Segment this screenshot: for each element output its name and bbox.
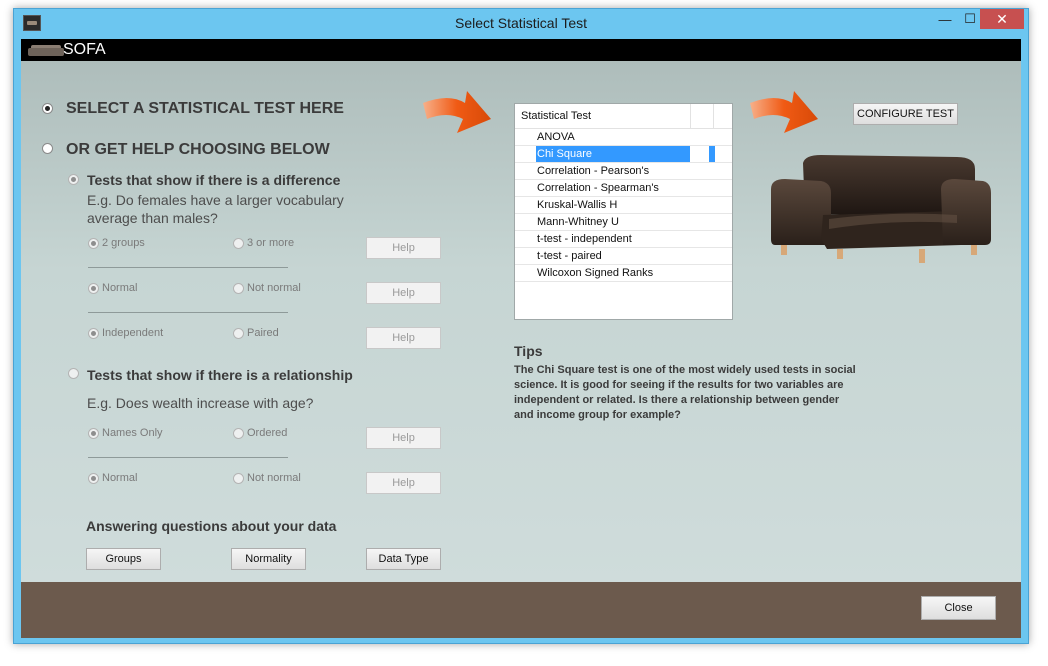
sofa-image <box>771 155 991 263</box>
help-names-button[interactable]: Help <box>366 427 441 449</box>
separator <box>88 267 288 268</box>
list-item[interactable]: Mann-Whitney U <box>515 214 732 231</box>
sofa-logo-icon <box>28 45 64 56</box>
tips-text: The Chi Square test is one of the most w… <box>514 364 856 421</box>
footer-bar: Close <box>21 582 1021 638</box>
tips-title: Tips <box>514 343 543 359</box>
app-window: Select Statistical Test — ☐ ✕ SOFA SELEC… <box>13 8 1029 644</box>
not-normal-label-diff[interactable]: Not normal <box>247 282 301 294</box>
list-item[interactable]: ANOVA <box>515 129 732 146</box>
get-help-label[interactable]: OR GET HELP CHOOSING BELOW <box>66 141 330 159</box>
statistical-test-list[interactable]: Statistical Test ANOVA Chi Square Correl… <box>514 103 733 320</box>
three-or-more-radio[interactable] <box>233 238 244 249</box>
relationship-example: E.g. Does wealth increase with age? <box>87 395 314 411</box>
list-item[interactable]: t-test - paired <box>515 248 732 265</box>
normal-label-rel[interactable]: Normal <box>102 472 137 484</box>
arrow-icon <box>750 91 818 133</box>
difference-radio[interactable] <box>68 174 79 185</box>
close-window-button[interactable]: ✕ <box>980 9 1024 29</box>
independent-label[interactable]: Independent <box>102 327 163 339</box>
not-normal-radio-diff[interactable] <box>233 283 244 294</box>
separator <box>88 457 288 458</box>
paired-radio[interactable] <box>233 328 244 339</box>
list-header-label: Statistical Test <box>521 110 592 122</box>
list-item[interactable]: Correlation - Pearson's <box>515 163 732 180</box>
list-item-selected[interactable]: Chi Square <box>515 146 732 163</box>
list-header[interactable]: Statistical Test <box>515 104 732 129</box>
relationship-title[interactable]: Tests that show if there is a relationsh… <box>87 367 353 383</box>
select-test-label[interactable]: SELECT A STATISTICAL TEST HERE <box>66 100 344 118</box>
window-title: Select Statistical Test <box>454 15 588 31</box>
configure-test-button[interactable]: CONFIGURE TEST <box>853 103 958 125</box>
list-item[interactable]: Kruskal-Wallis H <box>515 197 732 214</box>
relationship-radio[interactable] <box>68 368 79 379</box>
paired-label[interactable]: Paired <box>247 327 279 339</box>
title-bar: Select Statistical Test — ☐ ✕ <box>14 9 1028 39</box>
names-only-radio[interactable] <box>88 428 99 439</box>
names-only-label[interactable]: Names Only <box>102 427 163 439</box>
minimize-button[interactable]: — <box>931 9 959 29</box>
independent-radio[interactable] <box>88 328 99 339</box>
normal-radio-rel[interactable] <box>88 473 99 484</box>
normal-radio-diff[interactable] <box>88 283 99 294</box>
arrow-icon <box>423 91 491 133</box>
main-panel: SELECT A STATISTICAL TEST HERE OR GET HE… <box>21 61 1021 582</box>
get-help-radio[interactable] <box>42 143 53 154</box>
two-groups-label[interactable]: 2 groups <box>102 237 145 249</box>
ordered-label[interactable]: Ordered <box>247 427 287 439</box>
brand-name: SOFA <box>63 41 106 58</box>
help-independent-button[interactable]: Help <box>366 327 441 349</box>
list-item[interactable]: Wilcoxon Signed Ranks <box>515 265 732 282</box>
difference-example-2: average than males? <box>87 210 218 226</box>
difference-example-1: E.g. Do females have a larger vocabulary <box>87 192 344 208</box>
select-test-radio[interactable] <box>42 103 53 114</box>
help-normal-rel-button[interactable]: Help <box>366 472 441 494</box>
not-normal-label-rel[interactable]: Not normal <box>247 472 301 484</box>
ordered-radio[interactable] <box>233 428 244 439</box>
help-normal-button[interactable]: Help <box>366 282 441 304</box>
list-item[interactable]: t-test - independent <box>515 231 732 248</box>
list-item[interactable]: Correlation - Spearman's <box>515 180 732 197</box>
two-groups-radio[interactable] <box>88 238 99 249</box>
brand-bar: SOFA <box>21 39 1021 61</box>
separator <box>88 312 288 313</box>
close-button[interactable]: Close <box>921 596 996 620</box>
difference-title[interactable]: Tests that show if there is a difference <box>87 172 340 188</box>
three-or-more-label[interactable]: 3 or more <box>247 237 294 249</box>
normal-label-diff[interactable]: Normal <box>102 282 137 294</box>
answering-title: Answering questions about your data <box>86 518 337 534</box>
normality-button[interactable]: Normality <box>231 548 306 570</box>
data-type-button[interactable]: Data Type <box>366 548 441 570</box>
groups-button[interactable]: Groups <box>86 548 161 570</box>
not-normal-radio-rel[interactable] <box>233 473 244 484</box>
help-groups-button[interactable]: Help <box>366 237 441 259</box>
